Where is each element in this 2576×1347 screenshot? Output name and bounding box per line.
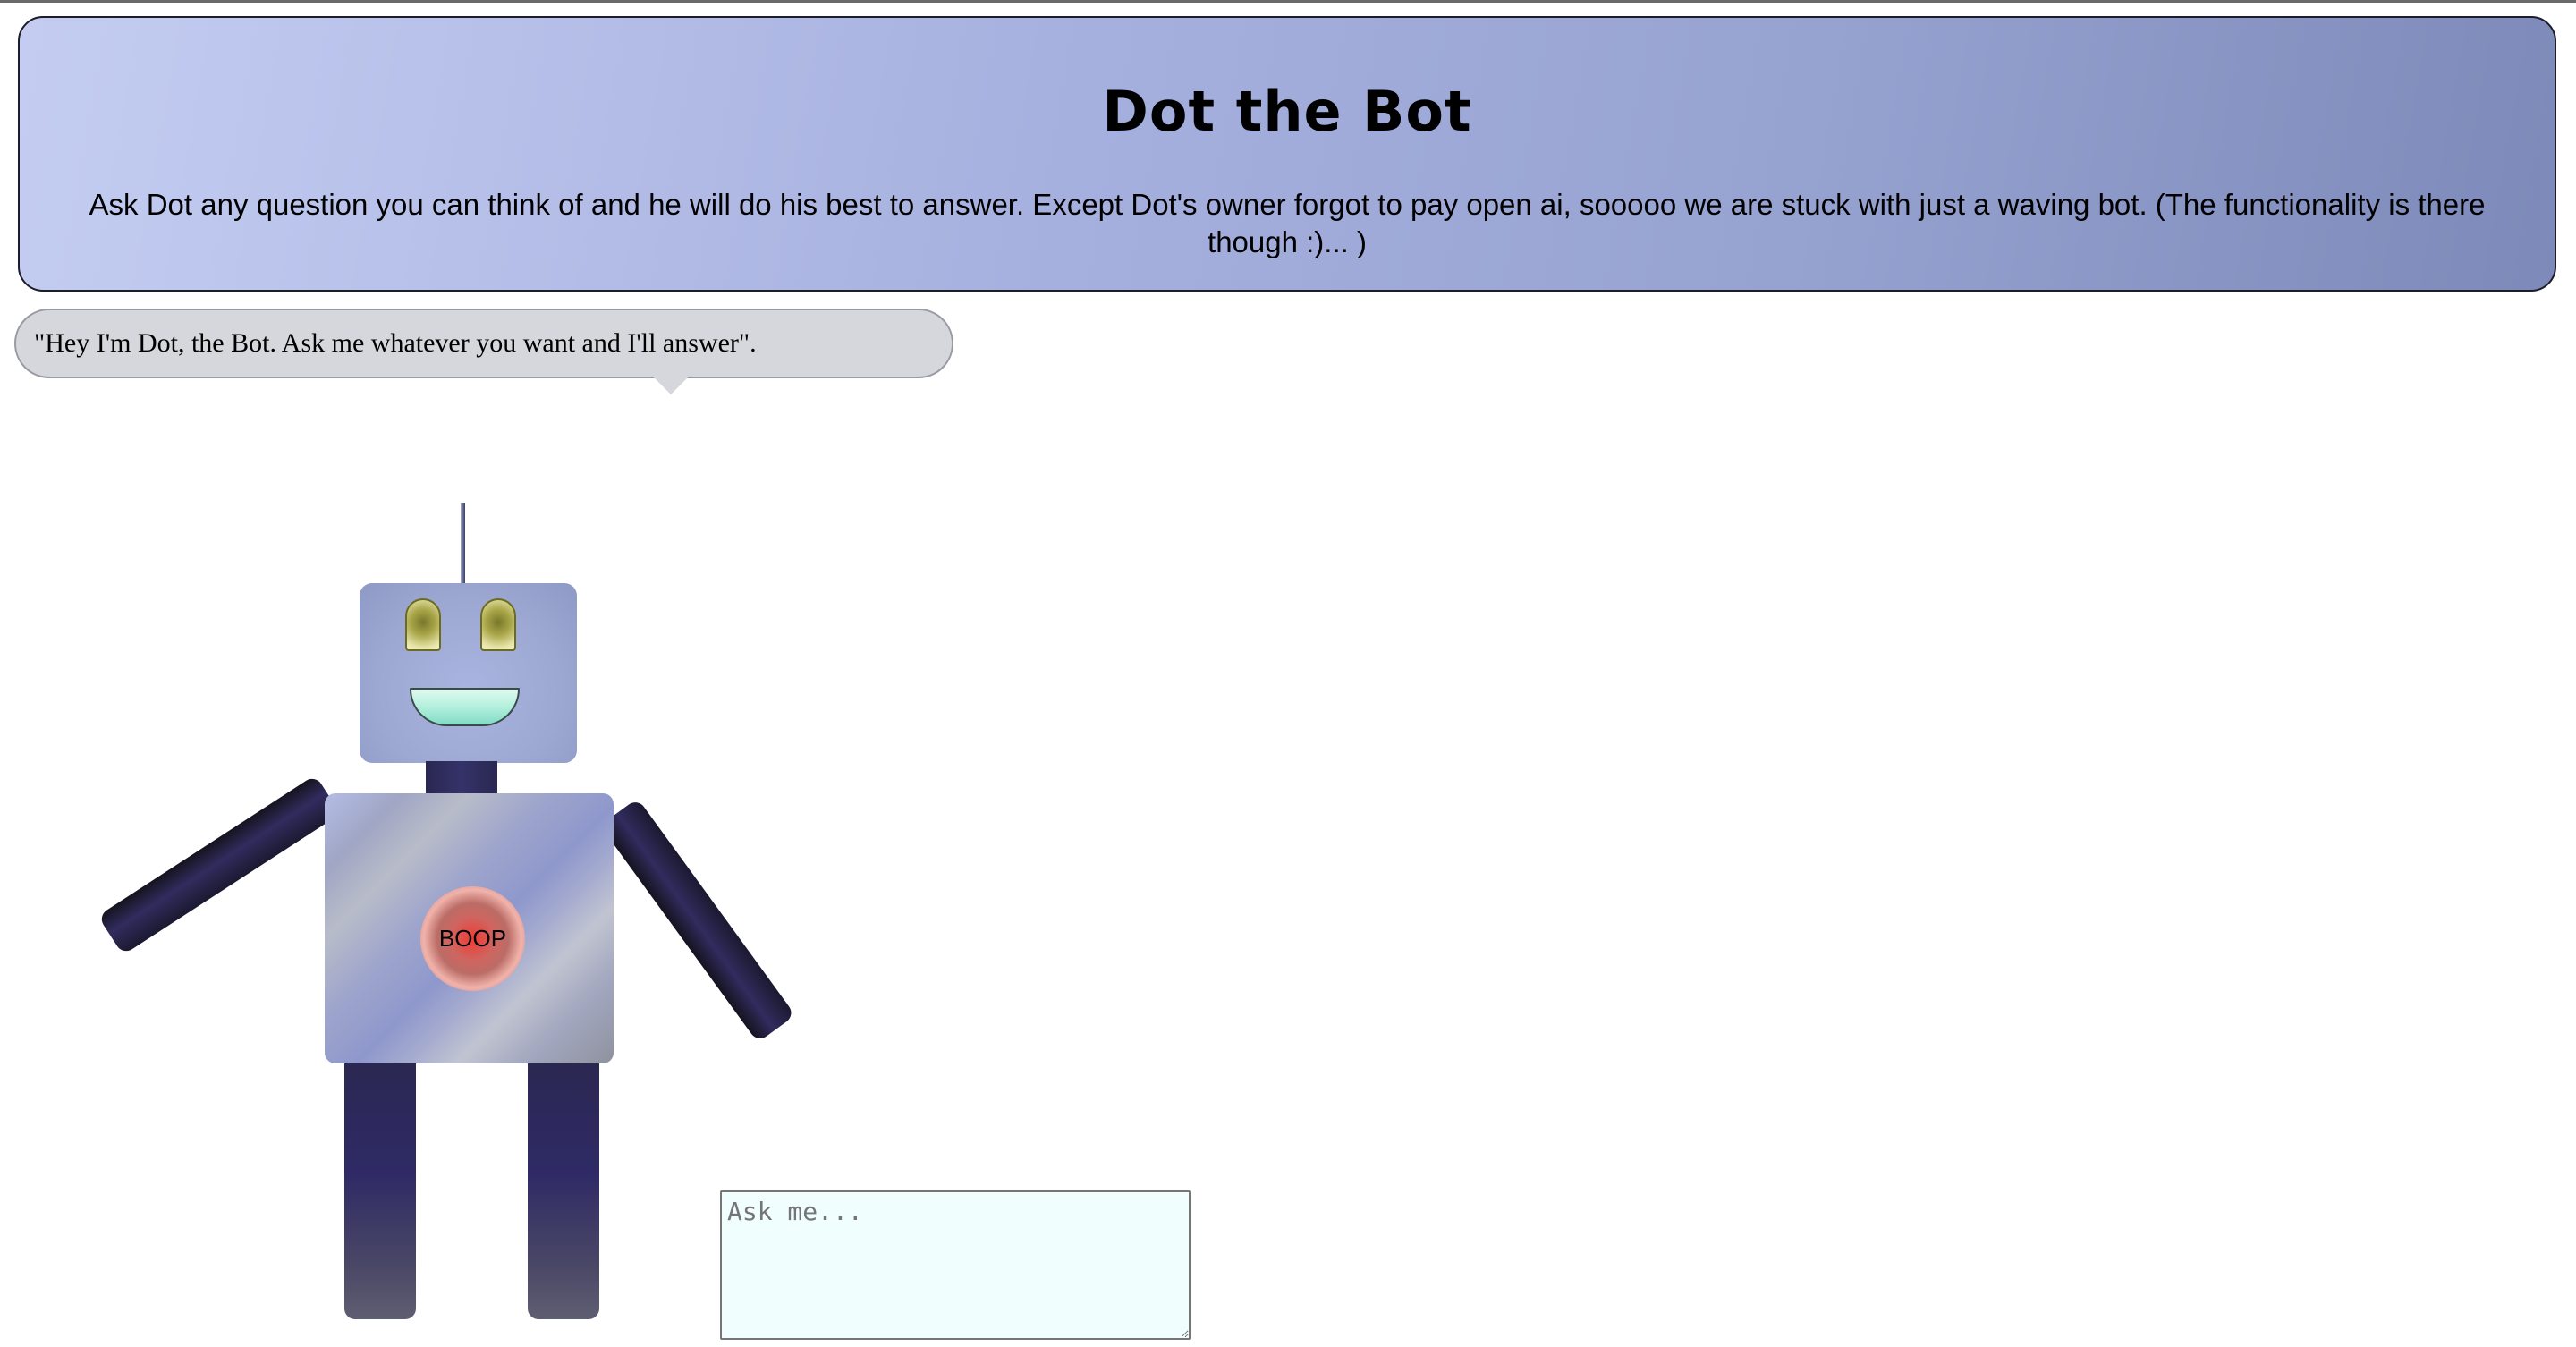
robot-right-eye [480, 598, 516, 651]
boop-button[interactable]: BOOP [420, 886, 525, 991]
page-title: Dot the Bot [1102, 79, 1472, 144]
robot-left-leg [344, 1055, 416, 1319]
top-border [0, 0, 2576, 3]
robot-neck [426, 761, 497, 797]
robot-right-arm [599, 798, 796, 1043]
page-header: Dot the Bot Ask Dot any question you can… [18, 16, 2556, 292]
robot-head [360, 583, 577, 763]
robot-antenna [461, 503, 465, 585]
robot-left-eye [405, 598, 441, 651]
ask-input[interactable] [720, 1190, 1191, 1340]
robot-left-arm [97, 775, 341, 955]
robot-right-leg [528, 1055, 599, 1319]
speech-bubble: "Hey I'm Dot, the Bot. Ask me whatever y… [14, 309, 953, 378]
speech-bubble-tail [653, 377, 689, 394]
page-description: Ask Dot any question you can think of an… [89, 188, 2486, 258]
